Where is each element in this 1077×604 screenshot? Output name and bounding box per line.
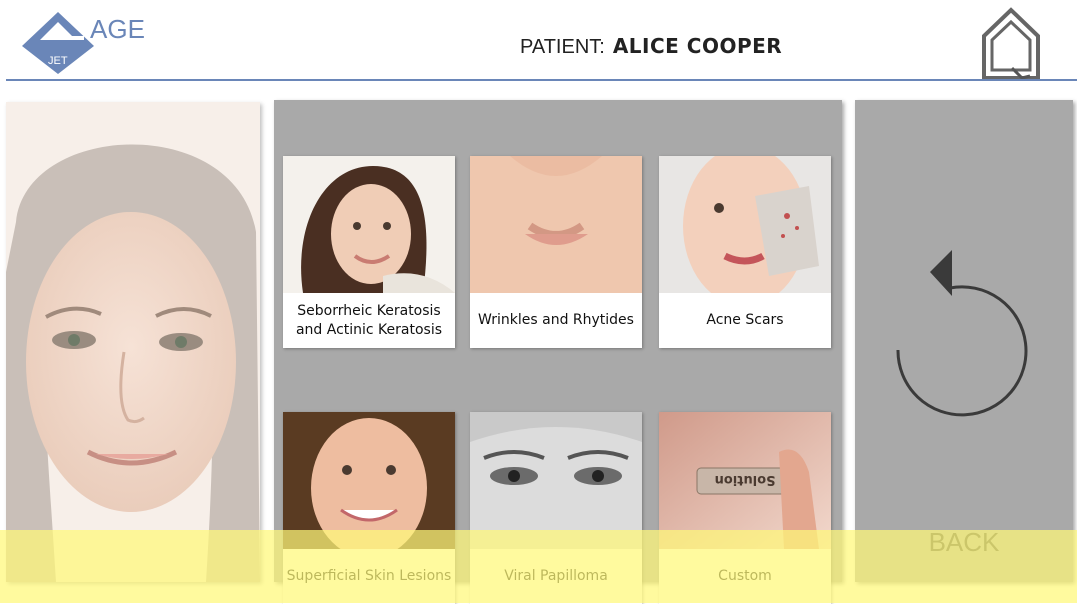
tile-photo bbox=[659, 156, 831, 293]
tile-photo bbox=[283, 412, 455, 549]
tile-wrinkles-rhytides[interactable]: Wrinkles and Rhytides bbox=[470, 156, 642, 348]
app-header: AGE JET PATIENT: ALICE COOPER bbox=[0, 0, 1077, 81]
tile-custom[interactable]: Solution Custom bbox=[659, 412, 831, 604]
tile-label: Superficial Skin Lesions bbox=[286, 568, 452, 585]
back-label: BACK bbox=[928, 527, 1000, 557]
back-arrow-icon bbox=[896, 250, 1028, 417]
tile-photo: Solution bbox=[659, 412, 831, 549]
home-icon[interactable] bbox=[978, 2, 1044, 84]
tile-label: Viral Papilloma bbox=[504, 568, 608, 585]
tile-superficial-skin-lesions[interactable]: Superficial Skin Lesions bbox=[283, 412, 455, 604]
tile-photo bbox=[470, 156, 642, 293]
patient-face-image bbox=[6, 102, 260, 582]
tile-label: Acne Scars bbox=[706, 312, 784, 329]
svg-text:AGE: AGE bbox=[90, 14, 145, 44]
patient-name: ALICE COOPER bbox=[612, 34, 783, 58]
tile-acne-scars[interactable]: Acne Scars bbox=[659, 156, 831, 348]
treatment-grid: Seborrheic Keratosis and Actinic Keratos… bbox=[274, 100, 842, 604]
patient-heading: PATIENT: ALICE COOPER bbox=[520, 34, 782, 59]
header-divider bbox=[6, 79, 1077, 81]
tile-viral-papilloma[interactable]: Viral Papilloma bbox=[470, 412, 642, 604]
tile-label: Wrinkles and Rhytides bbox=[478, 312, 634, 329]
patient-label: PATIENT: bbox=[520, 36, 605, 58]
svg-text:Solution: Solution bbox=[715, 472, 776, 487]
svg-text:JET: JET bbox=[48, 55, 68, 67]
tile-label: Seborrheic Keratosis and Actinic Keratos… bbox=[295, 302, 443, 338]
tile-photo bbox=[470, 412, 642, 549]
tile-photo bbox=[283, 156, 455, 293]
tile-seborrheic-keratosis[interactable]: Seborrheic Keratosis and Actinic Keratos… bbox=[283, 156, 455, 348]
tile-label: Custom bbox=[718, 568, 772, 585]
agejet-logo: AGE JET bbox=[22, 12, 145, 74]
